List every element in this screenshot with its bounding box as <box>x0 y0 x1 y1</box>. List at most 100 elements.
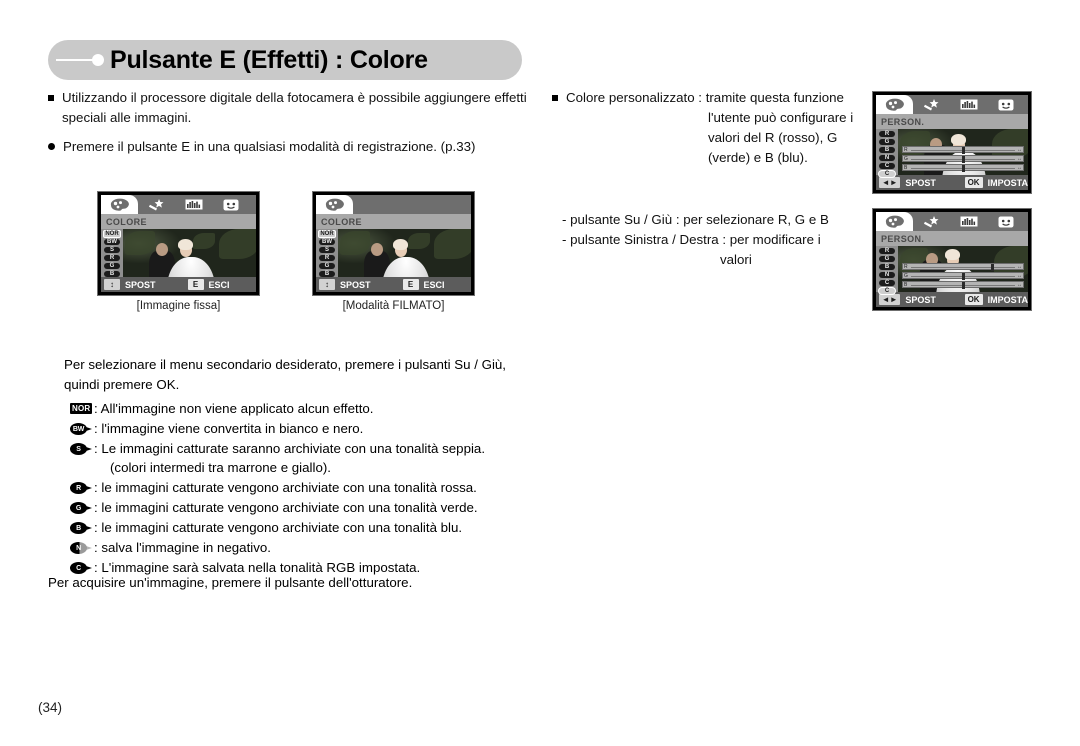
circle-bullet-icon <box>48 143 55 150</box>
legend-item-sepia: S : Le immagini catturate saranno archiv… <box>64 439 544 477</box>
custom-color-bullet: Colore personalizzato : tramite questa f… <box>552 88 882 108</box>
green-badge-label: G <box>70 502 87 514</box>
slider-red[interactable]: R ↔ <box>902 146 1024 154</box>
lcd-photo-preview-custom-top: R ↔ G ↔ B ↔ <box>898 129 1028 175</box>
slider-arrow-icon: ↔ <box>1017 156 1022 162</box>
effect-icon-negative[interactable]: C <box>879 280 895 286</box>
square-bullet-icon <box>552 95 558 101</box>
right-intro-block: Colore personalizzato : tramite questa f… <box>552 88 882 270</box>
effect-icon-custom[interactable]: C <box>879 288 895 294</box>
legend-item-red: R : le immagini catturate vengono archiv… <box>64 478 544 497</box>
legend-item-negative-text: : salva l'immagine in negativo. <box>94 540 271 555</box>
legend-item-negative: N : salva l'immagine in negativo. <box>64 538 544 557</box>
palette-icon <box>110 198 129 211</box>
lcd-inner-custom-top: PERSON. R G B N C C R ↔ G ↔ B ↔ ◄► SPOST… <box>876 95 1028 190</box>
slider-knob[interactable] <box>961 156 965 163</box>
exit-label: ESCI <box>423 279 445 290</box>
effect-icon-blue[interactable]: B <box>879 147 895 153</box>
slider-knob[interactable] <box>961 165 965 172</box>
sepia-badge-shape: S <box>70 443 92 455</box>
histogram-tab[interactable] <box>950 95 987 114</box>
effect-icon-blue[interactable]: B <box>319 271 335 277</box>
face-tab[interactable] <box>987 212 1024 231</box>
bride-hair <box>951 134 966 145</box>
slider-red[interactable]: R ↔ <box>902 263 1024 271</box>
lcd-body-custom-top: R G B N C C R ↔ G ↔ B ↔ <box>876 129 1028 177</box>
lcd-menu-title-still: COLORE <box>101 214 256 229</box>
custom-badge-icon: C <box>64 558 94 574</box>
slider-knob[interactable] <box>961 282 965 289</box>
red-badge-icon: R <box>64 478 94 494</box>
effect-icon-nor[interactable]: NOR <box>319 231 335 237</box>
effects-tab[interactable] <box>913 95 950 114</box>
intro-bullet-2: Premere il pulsante E in una qualsiasi m… <box>48 137 528 157</box>
effect-icon-red[interactable]: R <box>104 255 120 261</box>
page-title-bar: Pulsante E (Effetti) : Colore <box>48 40 522 80</box>
move-label: SPOST <box>125 279 156 290</box>
effect-icon-column-custom-bottom: R G B N C C <box>876 246 898 294</box>
effects-tab[interactable] <box>138 195 175 214</box>
histogram-tab[interactable] <box>950 212 987 231</box>
blue-badge-icon: B <box>64 518 94 534</box>
effect-icon-red[interactable]: R <box>319 255 335 261</box>
effect-icon-blue[interactable]: B <box>879 264 895 270</box>
palette-tab[interactable] <box>101 195 138 214</box>
effects-tab[interactable] <box>913 212 950 231</box>
effect-icon-custom[interactable]: C <box>879 171 895 177</box>
effect-icon-red[interactable]: R <box>879 248 895 254</box>
blue-badge-label: B <box>70 522 87 534</box>
effect-icon-red[interactable]: R <box>879 131 895 137</box>
bw-badge-label: BW <box>70 423 87 435</box>
legend-item-sepia-text: : Le immagini catturate saranno archivia… <box>94 439 485 477</box>
effect-icon-blue[interactable]: B <box>104 271 120 277</box>
slider-blue[interactable]: B ↔ <box>902 164 1024 172</box>
palette-tab[interactable] <box>316 195 353 214</box>
palette-icon <box>325 198 344 211</box>
effect-icon-nor[interactable]: NOR <box>104 231 120 237</box>
move-label: SPOST <box>340 279 371 290</box>
face-tab[interactable] <box>212 195 249 214</box>
nor-badge-icon: NOR <box>64 399 94 414</box>
set-label: IMPOSTA <box>987 177 1028 188</box>
effect-icon-green[interactable]: G <box>879 256 895 262</box>
bride-hair <box>178 239 193 250</box>
palette-tab[interactable] <box>876 212 913 231</box>
legend-item-blue-text: : le immagini catturate vengono archivia… <box>94 520 463 535</box>
effect-icon-negative[interactable]: C <box>879 163 895 169</box>
bride-hair <box>393 239 408 250</box>
custom-color-line1: Colore personalizzato : tramite questa f… <box>566 90 844 105</box>
effect-icon-green[interactable]: G <box>104 263 120 269</box>
effect-icon-sepia[interactable]: S <box>319 247 335 253</box>
slider-label-b: B <box>904 282 908 288</box>
foliage-shape <box>340 231 370 255</box>
effect-icon-sepia[interactable]: S <box>104 247 120 253</box>
effect-icon-green[interactable]: G <box>879 139 895 145</box>
slider-green[interactable]: G ↔ <box>902 155 1024 163</box>
legend-item-red-text: : le immagini catturate vengono archivia… <box>94 480 477 495</box>
effect-icon-extra[interactable]: N <box>879 272 895 278</box>
slider-arrow-icon: ↔ <box>1017 147 1022 153</box>
effect-icon-green[interactable]: G <box>319 263 335 269</box>
custom-badge-label: C <box>70 562 87 574</box>
lcd-menu-title-custom-top: PERSON. <box>876 114 1028 129</box>
custom-color-line4: (verde) e B (blu). <box>708 150 808 165</box>
slider-knob[interactable] <box>961 147 965 154</box>
move-key-icon: ◄► <box>879 294 901 305</box>
lcd-statusbar-custom-bottom: ◄► SPOST OK IMPOSTA <box>876 292 1028 307</box>
face-tab[interactable] <box>987 95 1024 114</box>
negative-badge-label: N <box>70 542 87 554</box>
move-key-icon: ↕ <box>104 279 120 290</box>
sepia-badge-label: S <box>70 443 87 455</box>
effect-icon-extra[interactable]: N <box>879 155 895 161</box>
histogram-tab[interactable] <box>175 195 212 214</box>
lcd-body-custom-bottom: R G B N C C R ↔ G ↔ B ↔ <box>876 246 1028 294</box>
lcd-inner-still: COLORE NOR BW S R G B ↕ SPOST E ESCI <box>101 195 256 292</box>
lcd-tabbar-custom-bottom <box>876 212 1028 231</box>
slider-blue[interactable]: B ↔ <box>902 281 1024 289</box>
slider-knob[interactable] <box>961 273 965 280</box>
effect-icon-bw[interactable]: BW <box>104 239 120 245</box>
slider-knob[interactable] <box>990 264 994 271</box>
effect-icon-bw[interactable]: BW <box>319 239 335 245</box>
slider-green[interactable]: G ↔ <box>902 272 1024 280</box>
palette-tab[interactable] <box>876 95 913 114</box>
